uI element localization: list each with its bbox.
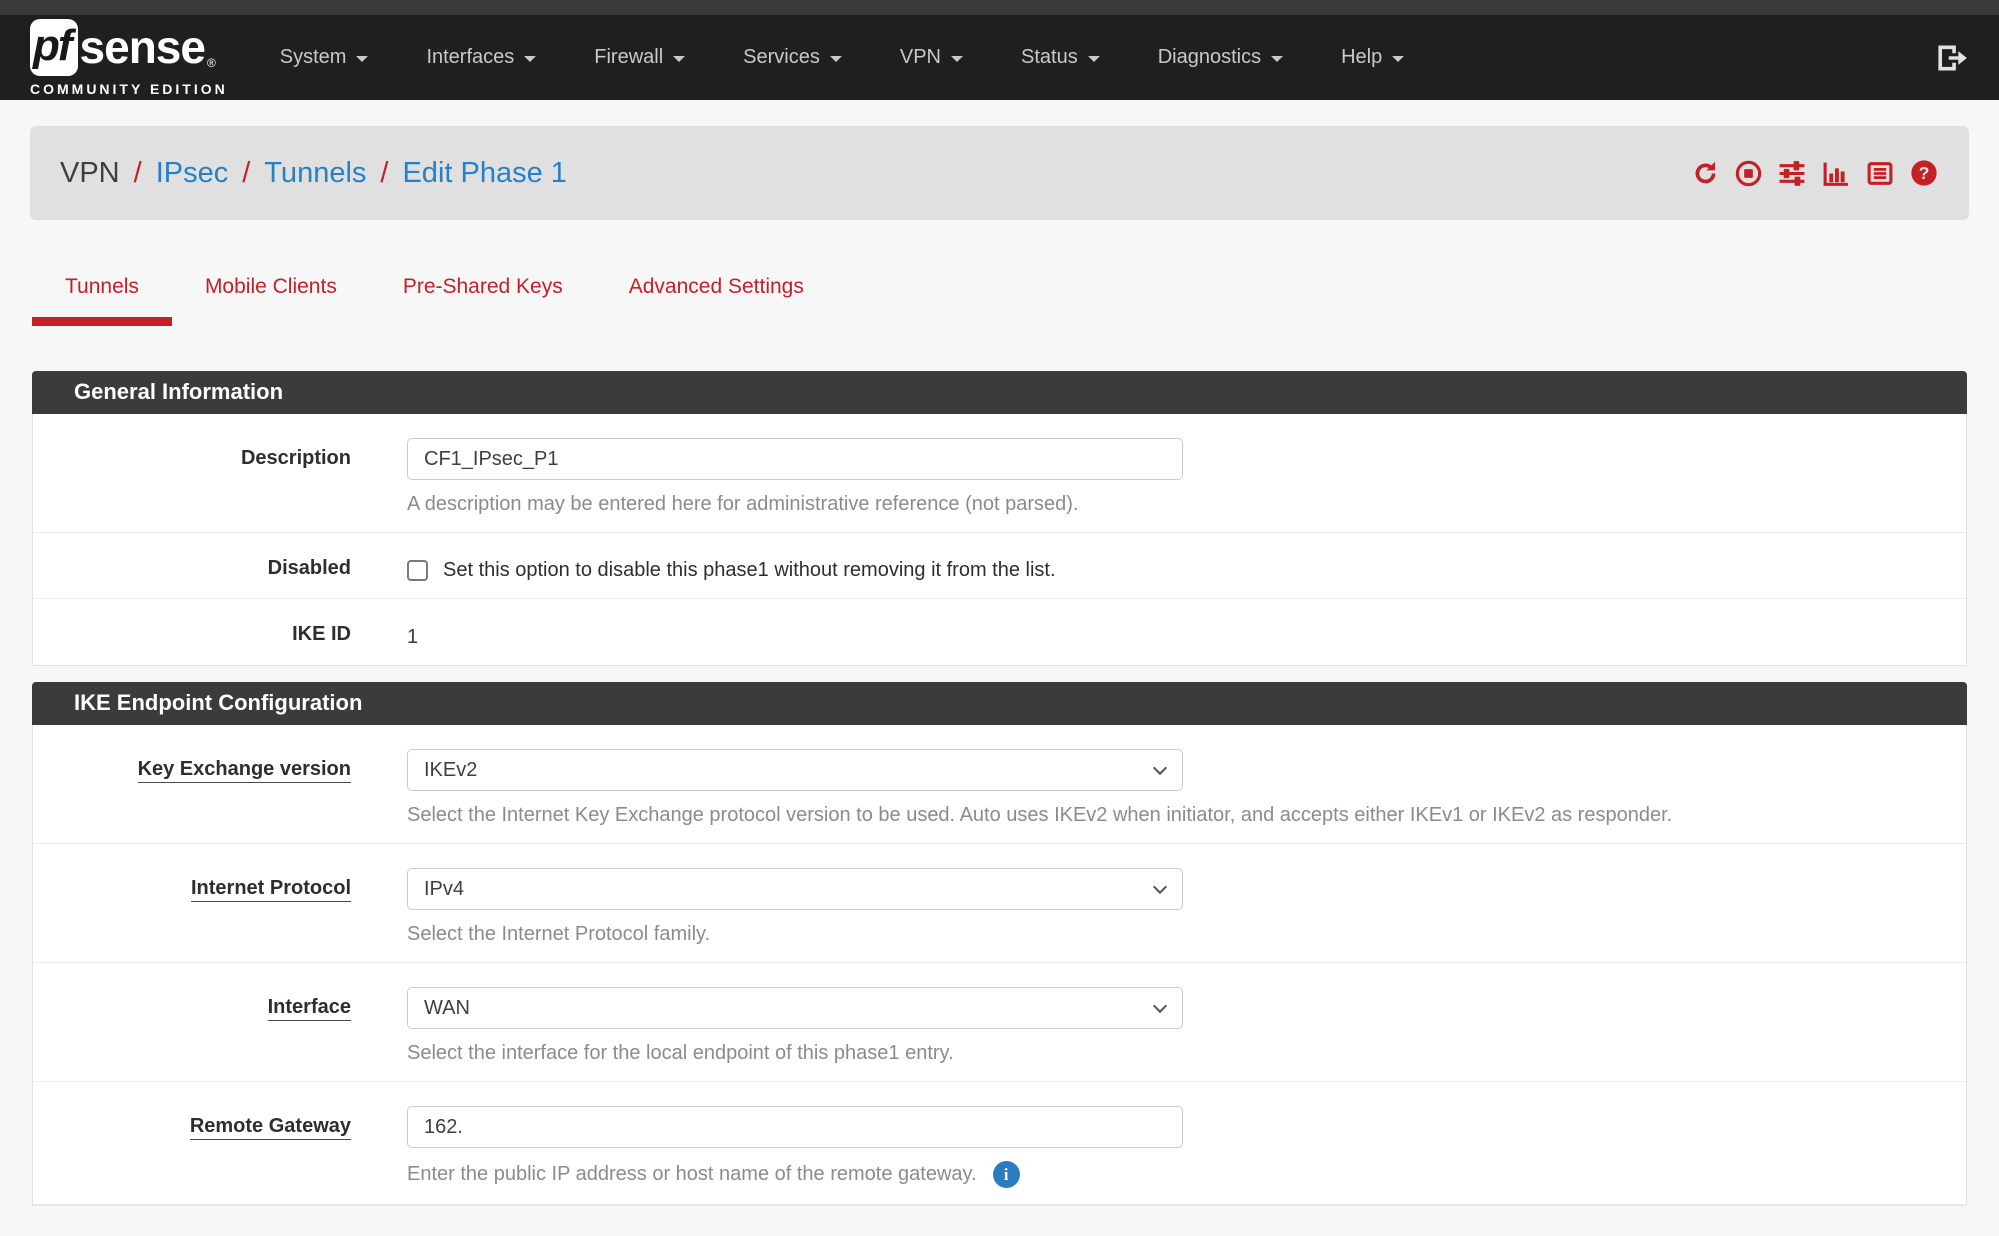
logo-sense: sense [80, 20, 205, 74]
chevron-down-icon [356, 56, 368, 62]
breadcrumb-root: VPN [60, 157, 120, 190]
menu-label: Interfaces [426, 46, 514, 69]
menu-diagnostics[interactable]: Diagnostics [1158, 46, 1283, 69]
label-text: Key Exchange version [138, 758, 351, 783]
menu-label: System [280, 46, 347, 69]
menu-label: Diagnostics [1158, 46, 1261, 69]
sign-out-icon[interactable] [1937, 44, 1969, 72]
ike-id-row: IKE ID 1 [33, 599, 1966, 665]
menu-services[interactable]: Services [743, 46, 842, 69]
info-icon[interactable]: i [993, 1161, 1020, 1188]
logo-pf: pf [30, 19, 78, 76]
menu-system[interactable]: System [280, 46, 369, 69]
help-text: Select the Internet Key Exchange protoco… [407, 804, 1672, 827]
ike-endpoint-section: IKE Endpoint Configuration Key Exchange … [32, 682, 1967, 1206]
description-input[interactable] [407, 438, 1183, 480]
breadcrumb: VPN / IPsec / Tunnels / Edit Phase 1 [60, 157, 567, 190]
navbar-top-strip [0, 0, 1999, 15]
breadcrumb-panel: VPN / IPsec / Tunnels / Edit Phase 1 [30, 126, 1969, 220]
breadcrumb-link-edit-phase1[interactable]: Edit Phase 1 [402, 157, 566, 190]
chevron-down-icon [1088, 56, 1100, 62]
disabled-label: Disabled [33, 557, 351, 582]
disabled-checkbox-label: Set this option to disable this phase1 w… [443, 559, 1056, 582]
description-help: A description may be entered here for ad… [407, 493, 1936, 516]
help-text: Enter the public IP address or host name… [407, 1163, 977, 1186]
remote-gateway-help: Enter the public IP address or host name… [407, 1161, 1936, 1188]
help-text: Select the interface for the local endpo… [407, 1042, 954, 1065]
internet-protocol-help: Select the Internet Protocol family. [407, 923, 1936, 946]
pfsense-logo[interactable]: pf sense ® COMMUNITY EDITION [30, 19, 228, 97]
help-text: Select the Internet Protocol family. [407, 923, 710, 946]
stop-circle-icon[interactable] [1734, 159, 1763, 188]
menu-label: VPN [900, 46, 941, 69]
breadcrumb-separator: / [242, 157, 250, 190]
breadcrumb-link-tunnels[interactable]: Tunnels [264, 157, 366, 190]
remote-gateway-input[interactable] [407, 1106, 1183, 1148]
list-icon[interactable] [1865, 159, 1895, 188]
tab-tunnels[interactable]: Tunnels [32, 275, 172, 326]
tab-mobile-clients[interactable]: Mobile Clients [172, 275, 370, 326]
menu-label: Help [1341, 46, 1382, 69]
remote-gateway-row: Remote Gateway Enter the public IP addre… [33, 1082, 1966, 1205]
menu-help[interactable]: Help [1341, 46, 1404, 69]
chevron-down-icon [524, 56, 536, 62]
description-label: Description [33, 438, 351, 516]
menu-label: Services [743, 46, 820, 69]
chevron-down-icon [673, 56, 685, 62]
menu-label: Status [1021, 46, 1078, 69]
ike-id-value: 1 [407, 623, 1936, 649]
key-exchange-label: Key Exchange version [33, 749, 351, 827]
ipsec-tabs: Tunnels Mobile Clients Pre-Shared Keys A… [32, 275, 1967, 326]
label-text: Remote Gateway [190, 1115, 351, 1140]
top-navbar: pf sense ® COMMUNITY EDITION System Inte… [0, 0, 1999, 100]
menu-firewall[interactable]: Firewall [594, 46, 685, 69]
key-exchange-help: Select the Internet Key Exchange protoco… [407, 804, 1936, 827]
chevron-down-icon [1392, 56, 1404, 62]
disabled-checkbox[interactable] [407, 560, 428, 581]
logo-registered-mark: ® [207, 56, 216, 70]
key-exchange-select[interactable]: IKEv2 [407, 749, 1183, 791]
help-icon[interactable]: ? [1909, 158, 1939, 188]
breadcrumb-link-ipsec[interactable]: IPsec [156, 157, 229, 190]
ike-id-label: IKE ID [33, 623, 351, 649]
section-title-general: General Information [32, 371, 1967, 414]
interface-help: Select the interface for the local endpo… [407, 1042, 1936, 1065]
chevron-down-icon [1271, 56, 1283, 62]
internet-protocol-row: Internet Protocol IPv4 Select the Intern… [33, 844, 1966, 963]
internet-protocol-label: Internet Protocol [33, 868, 351, 946]
logo-edition: COMMUNITY EDITION [30, 81, 228, 97]
key-exchange-row: Key Exchange version IKEv2 Select the In… [33, 725, 1966, 844]
breadcrumb-separator: / [134, 157, 142, 190]
menu-vpn[interactable]: VPN [900, 46, 963, 69]
label-text: Interface [268, 996, 351, 1021]
chevron-down-icon [951, 56, 963, 62]
svg-text:?: ? [1919, 163, 1930, 183]
section-title-ike-endpoint: IKE Endpoint Configuration [32, 682, 1967, 725]
tab-pre-shared-keys[interactable]: Pre-Shared Keys [370, 275, 596, 326]
main-menu: System Interfaces Firewall Services VPN … [280, 46, 1404, 69]
breadcrumb-separator: / [380, 157, 388, 190]
internet-protocol-select[interactable]: IPv4 [407, 868, 1183, 910]
sliders-icon[interactable] [1777, 159, 1807, 188]
menu-label: Firewall [594, 46, 663, 69]
interface-select[interactable]: WAN [407, 987, 1183, 1029]
chart-bar-icon[interactable] [1821, 159, 1851, 188]
interface-label: Interface [33, 987, 351, 1065]
menu-status[interactable]: Status [1021, 46, 1100, 69]
menu-interfaces[interactable]: Interfaces [426, 46, 536, 69]
help-text: A description may be entered here for ad… [407, 493, 1078, 516]
description-row: Description A description may be entered… [33, 414, 1966, 533]
tab-advanced-settings[interactable]: Advanced Settings [596, 275, 837, 326]
disabled-row: Disabled Set this option to disable this… [33, 533, 1966, 599]
refresh-icon[interactable] [1691, 159, 1720, 188]
label-text: Internet Protocol [191, 877, 351, 902]
interface-row: Interface WAN Select the interface for t… [33, 963, 1966, 1082]
general-information-section: General Information Description A descri… [32, 371, 1967, 666]
remote-gateway-label: Remote Gateway [33, 1106, 351, 1188]
chevron-down-icon [830, 56, 842, 62]
